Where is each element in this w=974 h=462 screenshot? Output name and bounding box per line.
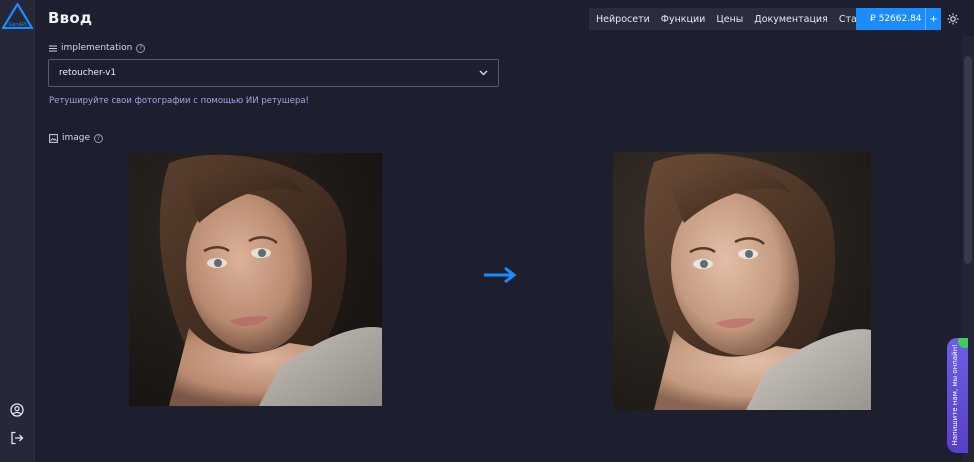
chevron-down-icon <box>479 70 488 76</box>
chat-widget[interactable]: Напишите нам, мы онлайн! <box>947 338 968 453</box>
nav-item-neural-networks[interactable]: Нейросети <box>596 14 650 25</box>
original-photo <box>129 153 382 406</box>
logout-button[interactable] <box>8 429 26 447</box>
arrow-right-icon <box>484 266 517 284</box>
balance-button[interactable]: ₽ 52662.84 + <box>856 8 941 30</box>
help-icon[interactable]: ? <box>136 43 146 53</box>
sun-icon <box>947 13 959 25</box>
user-circle-icon <box>10 403 24 417</box>
help-icon[interactable]: ? <box>94 133 104 143</box>
chat-widget-text: Напишите нам, мы онлайн! <box>951 343 959 445</box>
balance-amount: ₽ 52662.84 <box>870 14 922 24</box>
implementation-label-row: implementation ? <box>49 43 146 53</box>
sidebar: GenAPI <box>0 0 35 462</box>
nav-item-documentation[interactable]: Документация <box>754 14 828 25</box>
logo-text: GenAPI <box>8 22 26 28</box>
image-label: image <box>62 133 91 143</box>
image-label-row: image ? <box>49 133 104 143</box>
top-nav: Нейросети Функции Цены Документация Стат… <box>589 8 874 30</box>
implementation-value: retoucher-v1 <box>59 68 117 78</box>
profile-button[interactable] <box>8 401 26 419</box>
add-funds-button[interactable]: + <box>925 8 941 30</box>
implementation-label: implementation <box>61 43 133 53</box>
retouched-photo <box>613 152 871 410</box>
list-icon <box>49 45 57 51</box>
genapi-logo[interactable]: GenAPI <box>2 3 33 29</box>
nav-item-prices[interactable]: Цены <box>716 14 743 25</box>
logout-icon <box>11 431 24 445</box>
implementation-description: Ретушируйте свои фотографии с помощью ИИ… <box>49 96 309 106</box>
theme-toggle-button[interactable] <box>944 10 962 28</box>
image-icon <box>49 133 58 143</box>
scrollbar-thumb[interactable] <box>964 56 972 264</box>
implementation-select[interactable]: retoucher-v1 <box>48 59 499 87</box>
nav-item-functions[interactable]: Функции <box>661 14 706 25</box>
online-indicator <box>958 338 968 348</box>
page-title: Ввод <box>48 9 93 27</box>
